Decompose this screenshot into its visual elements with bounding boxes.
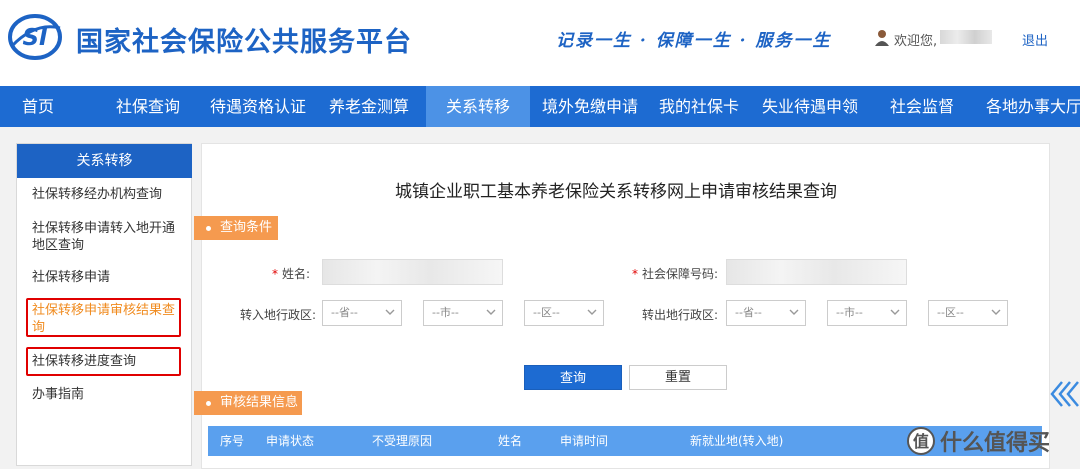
col-new-location: 新就业地(转入地) (690, 434, 784, 448)
out-province-value: --省-- (735, 306, 762, 319)
nav-item-home[interactable]: 首页 (0, 86, 76, 127)
out-city-value: --市-- (836, 306, 863, 319)
welcome-text: 欢迎您, (894, 34, 938, 49)
result-section-tag: 审核结果信息 (194, 391, 302, 415)
user-avatar-icon (875, 30, 889, 46)
logout-link[interactable]: 退出 (1022, 30, 1048, 49)
bullet-dot-icon (206, 401, 211, 406)
site-title: 国家社会保险公共服务平台 (76, 27, 412, 58)
sidebar-item-result-query[interactable]: 社保转移申请审核结果查询 (32, 302, 180, 336)
reset-button[interactable]: 重置 (629, 365, 727, 390)
in-province-select[interactable]: --省-- (322, 300, 402, 326)
nav-item-service-halls[interactable]: 各地办事大厅 (978, 86, 1080, 127)
logo-text: SI (22, 25, 48, 51)
sidebar-item-agency-query[interactable]: 社保转移经办机构查询 (32, 186, 182, 203)
nav-item-supervision[interactable]: 社会监督 (876, 86, 968, 127)
nav-item-social-security-query[interactable]: 社保查询 (100, 86, 196, 127)
col-name: 姓名 (498, 434, 523, 448)
out-region-label: 转出地行政区: (642, 308, 719, 322)
nav-item-pension-calc[interactable]: 养老金测算 (322, 86, 416, 127)
out-city-select[interactable]: --市-- (827, 300, 907, 326)
col-index: 序号 (220, 434, 245, 448)
watermark-logo-icon: 值 (907, 427, 935, 455)
ssn-input[interactable] (726, 259, 907, 285)
ssn-label: * 社会保障号码: (632, 265, 718, 282)
sidebar-item-progress-query[interactable]: 社保转移进度查询 (32, 353, 182, 370)
col-status: 申请状态 (266, 434, 315, 448)
sidebar-title: 关系转移 (17, 144, 192, 178)
nav-item-my-social-card[interactable]: 我的社保卡 (652, 86, 746, 127)
name-label-text: 姓名: (282, 267, 311, 281)
query-button[interactable]: 查询 (524, 365, 622, 390)
col-apply-time: 申请时间 (560, 434, 609, 448)
watermark-text: 什么值得买 (940, 431, 1051, 456)
sidebar-item-transfer-apply[interactable]: 社保转移申请 (32, 269, 182, 286)
query-section-tag: 查询条件 (194, 216, 278, 240)
required-mark: * (632, 267, 638, 281)
in-province-value: --省-- (331, 306, 358, 319)
slogan: 记录一生 · 保障一生 · 服务一生 (556, 31, 832, 51)
si-logo-icon: SI (8, 14, 62, 60)
page-title: 城镇企业职工基本养老保险关系转移网上申请审核结果查询 (395, 182, 837, 202)
in-district-value: --区-- (533, 306, 560, 319)
nav-item-relation-transfer[interactable]: 关系转移 (426, 86, 530, 127)
chevron-down-icon (991, 309, 1001, 315)
required-mark: * (272, 267, 278, 281)
result-section-label: 审核结果信息 (220, 395, 299, 410)
chevron-down-icon (587, 309, 597, 315)
header: SI 国家社会保险公共服务平台 记录一生 · 保障一生 · 服务一生 欢迎您, … (0, 0, 1080, 86)
name-label: * 姓名: (272, 265, 310, 282)
bullet-dot-icon (206, 226, 211, 231)
query-section-label: 查询条件 (220, 220, 273, 235)
in-district-select[interactable]: --区-- (524, 300, 604, 326)
in-city-value: --市-- (432, 306, 459, 319)
out-district-value: --区-- (937, 306, 964, 319)
sidebar-item-guide[interactable]: 办事指南 (32, 386, 182, 403)
in-region-label: 转入地行政区: (240, 308, 317, 322)
ssn-label-text: 社会保障号码: (642, 267, 719, 281)
watermark: 值 什么值得买 (906, 424, 1050, 458)
chevron-down-icon (789, 309, 799, 315)
chevron-down-icon (385, 309, 395, 315)
out-district-select[interactable]: --区-- (928, 300, 1008, 326)
chevron-down-icon (890, 309, 900, 315)
sidebar-item-open-region-query[interactable]: 社保转移申请转入地开通地区查询 (32, 220, 182, 254)
chevron-down-icon (486, 309, 496, 315)
svg-text:值: 值 (913, 432, 929, 451)
name-input[interactable] (322, 259, 503, 285)
col-reject-reason: 不受理原因 (372, 434, 433, 448)
out-province-select[interactable]: --省-- (726, 300, 806, 326)
main-nav: 首页 社保查询 待遇资格认证 养老金测算 关系转移 境外免缴申请 我的社保卡 失… (0, 86, 1080, 127)
username-masked (940, 30, 992, 44)
nav-item-eligibility-auth[interactable]: 待遇资格认证 (202, 86, 314, 127)
nav-item-unemployment[interactable]: 失业待遇申领 (754, 86, 866, 127)
double-chevron-left-icon[interactable] (1046, 378, 1080, 410)
nav-item-overseas-exemption[interactable]: 境外免缴申请 (534, 86, 646, 127)
in-city-select[interactable]: --市-- (423, 300, 503, 326)
